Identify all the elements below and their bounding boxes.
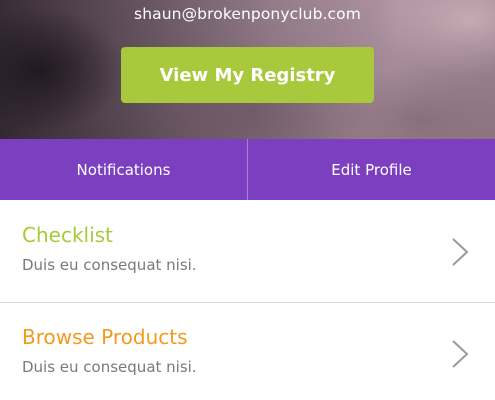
user-email: shaun@brokenponyclub.com [134, 5, 361, 23]
list-item-browse-products[interactable]: Browse Products Duis eu consequat nisi. [0, 303, 495, 400]
list-item-title: Browse Products [22, 325, 188, 349]
profile-tab-bar: Notifications Edit Profile [0, 139, 495, 200]
list-item-checklist[interactable]: Checklist Duis eu consequat nisi. [0, 201, 495, 303]
view-registry-button[interactable]: View My Registry [121, 47, 374, 103]
chevron-right-icon[interactable] [449, 236, 471, 268]
list-item-subtitle: Duis eu consequat nisi. [22, 358, 197, 376]
tab-notifications[interactable]: Notifications [0, 139, 247, 200]
profile-header: shaun@brokenponyclub.com View My Registr… [0, 0, 495, 139]
tab-edit-profile[interactable]: Edit Profile [248, 139, 495, 200]
list-item-subtitle: Duis eu consequat nisi. [22, 256, 197, 274]
list-item-title: Checklist [22, 223, 113, 247]
chevron-right-icon[interactable] [449, 338, 471, 370]
